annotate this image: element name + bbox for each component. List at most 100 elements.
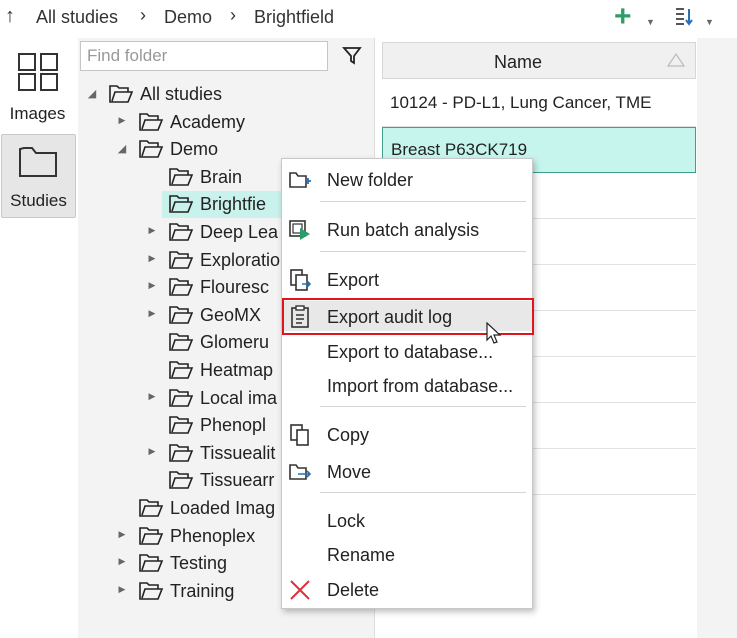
find-folder-input[interactable] <box>80 41 328 71</box>
collapsed-caret-icon[interactable]: ▶ <box>116 115 128 126</box>
tree-item-label: All studies <box>140 84 223 104</box>
tree-item-label: Demo <box>170 139 219 159</box>
collapsed-caret-icon[interactable]: ▶ <box>116 529 128 540</box>
chevron-right-icon: › <box>140 5 146 25</box>
tree-item-label: Heatmap <box>200 360 274 380</box>
collapsed-caret-icon[interactable]: ▶ <box>146 391 158 402</box>
breadcrumb-all-studies[interactable]: All studies <box>36 7 118 28</box>
name-column-header[interactable]: Name <box>382 42 696 79</box>
images-nav-label: Images <box>9 104 66 123</box>
open-folder-icon <box>169 333 194 351</box>
tree-item-label: Deep Lea <box>200 222 279 242</box>
open-folder-icon <box>169 416 194 434</box>
context-menu: New folder Run batch analysis Export Export… <box>281 158 533 609</box>
tree-item[interactable]: ▶ Academy <box>116 110 368 136</box>
grid-icon <box>18 53 58 91</box>
open-folder-icon <box>169 471 194 489</box>
chevron-down-icon[interactable]: ▼ <box>646 17 655 27</box>
open-folder-icon <box>139 554 164 572</box>
menu-item[interactable]: Run batch analysis <box>282 214 532 244</box>
new-folder-icon <box>289 172 311 188</box>
open-folder-icon <box>169 389 194 407</box>
menu-item[interactable]: Export <box>282 264 532 294</box>
tree-item-label: Flouresc <box>200 277 270 297</box>
tree-item-label: Phenoplex <box>170 526 256 546</box>
menu-item[interactable]: New folder <box>282 164 532 194</box>
studies-nav-button[interactable]: Studies <box>1 134 76 218</box>
tree-item-label: Exploratio <box>200 250 281 270</box>
menu-separator <box>320 201 526 202</box>
open-folder-icon <box>169 306 194 324</box>
collapsed-caret-icon[interactable]: ▶ <box>146 225 158 236</box>
filter-icon[interactable] <box>342 45 364 67</box>
chevron-right-icon: › <box>230 5 236 25</box>
collapsed-caret-icon[interactable]: ▶ <box>116 556 128 567</box>
collapsed-caret-icon[interactable]: ▶ <box>146 280 158 291</box>
menu-item-label: Lock <box>327 511 366 531</box>
open-folder-icon <box>109 85 134 103</box>
menu-item[interactable]: Delete <box>282 574 532 604</box>
menu-item-label: New folder <box>327 170 414 190</box>
move-icon <box>289 464 312 480</box>
open-folder-icon <box>169 251 194 269</box>
tree-item-label: Brightfie <box>200 194 267 214</box>
tree-item-label: Brain <box>200 167 243 187</box>
list-row-label: 10124 - PD-L1, Lung Cancer, TME <box>390 93 652 112</box>
menu-item[interactable]: Lock <box>282 505 532 535</box>
batch-analysis-icon <box>289 220 310 240</box>
add-icon[interactable]: + <box>614 0 632 34</box>
tree-item-label: Training <box>170 581 235 601</box>
open-folder-icon <box>139 499 164 517</box>
tree-item[interactable]: ◢ All studies <box>86 82 368 108</box>
menu-separator <box>320 492 526 493</box>
open-folder-icon <box>169 444 194 462</box>
expanded-caret-icon[interactable]: ◢ <box>116 142 128 155</box>
tree-item-label: Glomeru <box>200 332 270 352</box>
tree-item-label: Loaded Imag <box>170 498 276 518</box>
images-nav-button[interactable]: Images <box>1 48 74 130</box>
collapsed-caret-icon[interactable]: ▶ <box>146 253 158 264</box>
open-folder-icon <box>139 113 164 131</box>
tree-item-label: Tissuealit <box>200 443 276 463</box>
copy-icon <box>290 424 309 446</box>
chevron-down-icon[interactable]: ▼ <box>705 17 714 27</box>
tree-item-label: Local ima <box>200 388 278 408</box>
list-scroll-strip <box>697 38 737 638</box>
tree-item-label: Phenopl <box>200 415 267 435</box>
name-column-label: Name <box>493 52 542 72</box>
breadcrumb-demo[interactable]: Demo <box>164 7 212 28</box>
delete-icon <box>290 580 310 600</box>
up-arrow-icon[interactable]: ↑ <box>5 5 15 28</box>
list-row[interactable]: 10124 - PD-L1, Lung Cancer, TME <box>382 81 696 127</box>
menu-item[interactable]: Copy <box>282 419 532 449</box>
sort-icon[interactable] <box>674 5 698 29</box>
list-row-label: Breast P63CK719 <box>391 140 528 159</box>
menu-separator <box>320 406 526 407</box>
expanded-caret-icon[interactable]: ◢ <box>86 87 98 100</box>
menu-item[interactable]: Import from database... <box>282 370 532 400</box>
open-folder-icon <box>169 223 194 241</box>
collapsed-caret-icon[interactable]: ▶ <box>116 584 128 595</box>
menu-item-label: Run batch analysis <box>327 220 480 240</box>
mouse-cursor-icon <box>486 322 502 344</box>
collapsed-caret-icon[interactable]: ▶ <box>146 308 158 319</box>
tree-item-label: GeoMX <box>200 305 262 325</box>
menu-item-label: Delete <box>327 580 380 600</box>
breadcrumb-brightfield[interactable]: Brightfield <box>254 7 334 28</box>
menu-item-label: Export <box>327 270 380 290</box>
tree-item-label: Academy <box>170 112 246 132</box>
export-icon <box>290 269 312 291</box>
menu-item-label: Move <box>327 462 372 482</box>
collapsed-caret-icon[interactable]: ▶ <box>146 446 158 457</box>
menu-item-label: Rename <box>327 545 396 565</box>
menu-item-label: Copy <box>327 425 370 445</box>
menu-item[interactable]: Move <box>282 456 532 486</box>
folder-icon <box>19 147 57 177</box>
tree-item-label: Tissuearr <box>200 470 275 490</box>
studies-nav-label: Studies <box>10 191 67 210</box>
open-folder-icon <box>169 278 194 296</box>
menu-item[interactable]: Rename <box>282 539 532 569</box>
open-folder-icon <box>139 582 164 600</box>
open-folder-icon <box>169 168 194 186</box>
menu-item-label: Export to database... <box>327 342 494 362</box>
